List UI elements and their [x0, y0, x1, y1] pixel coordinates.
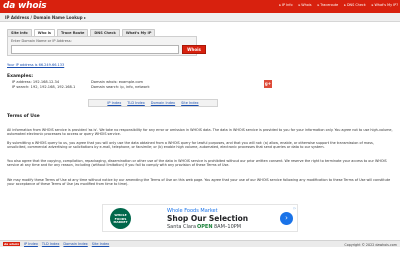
footer-logo[interactable]: da whois: [3, 242, 20, 246]
your-ip-link[interactable]: Your IP address is 66.249.66.133: [7, 63, 64, 67]
tab-whois[interactable]: Who is: [33, 29, 55, 36]
link-domain-index[interactable]: Domain Index: [151, 101, 175, 105]
example-ip-search: IP search: 192, 192.168, 192.168.1: [12, 85, 76, 89]
nav-dns-check[interactable]: DNS Check: [344, 3, 366, 7]
footer-link-site-index[interactable]: Site Index: [92, 242, 109, 246]
ad-hours: 8AM–10PM: [214, 224, 242, 230]
tab-whats-my-ip[interactable]: What's My IP: [121, 29, 156, 36]
nav-traceroute[interactable]: Traceroute: [318, 3, 338, 7]
top-nav: IP Info Whois Traceroute DNS Check What'…: [279, 3, 398, 7]
tab-dns-check[interactable]: DNS Check: [90, 29, 120, 36]
ad-open-status: OPEN: [197, 224, 213, 230]
link-tld-index[interactable]: TLD Index: [127, 101, 145, 105]
terms-paragraph: All information from WHOIS service is pr…: [7, 128, 393, 137]
chevron-right-icon[interactable]: ›: [280, 212, 293, 225]
footer-link-tld-index[interactable]: TLD Index: [42, 242, 60, 246]
nav-whats-my-ip[interactable]: What's My IP?: [372, 3, 398, 7]
ad-choices-icon[interactable]: ▷: [294, 206, 296, 210]
example-domain-whois: Domain whois: example.com: [91, 80, 144, 84]
footer-link-domain-index[interactable]: Domain Index: [63, 242, 87, 246]
terms-paragraph: We may modify these Terms of Use at any …: [7, 178, 391, 187]
google-plus-icon[interactable]: g+: [264, 80, 272, 88]
tool-tabs: Site Info Who is Trace Route DNS Check W…: [7, 29, 156, 36]
footer: da whois IP Index TLD Index Domain Index…: [0, 240, 400, 247]
ad-headline[interactable]: Shop Our Selection: [167, 214, 248, 223]
breadcrumb: IP Address / Domain Name Lookup ▸: [0, 13, 400, 22]
terms-paragraph: You also agree that the copying, compila…: [7, 159, 387, 168]
page-title: IP Address / Domain Name Lookup ▸: [5, 15, 87, 20]
index-links-bar: IP Index TLD Index Domain Index Site Ind…: [88, 99, 218, 107]
tab-trace-route[interactable]: Trace Route: [56, 29, 89, 36]
nav-ip-info[interactable]: IP Info: [279, 3, 293, 7]
link-site-index[interactable]: Site Index: [181, 101, 198, 105]
terms-paragraph: By submitting a WHOIS query to us, you a…: [7, 141, 374, 150]
nav-whois[interactable]: Whois: [299, 3, 311, 7]
ad-logo: WHOLE FOODS MARKET: [110, 208, 131, 229]
whois-button[interactable]: Whois: [182, 45, 206, 54]
whois-search-panel: Enter Domain Name or IP Address: Whois: [7, 36, 206, 56]
link-ip-index[interactable]: IP Index: [107, 101, 121, 105]
site-logo[interactable]: da whois: [3, 1, 47, 11]
footer-link-ip-index[interactable]: IP Index: [24, 242, 38, 246]
search-input[interactable]: [11, 45, 179, 54]
ad-location: Santa Clara: [167, 224, 197, 230]
tab-site-info[interactable]: Site Info: [7, 29, 32, 36]
search-label: Enter Domain Name or IP Address:: [11, 39, 72, 43]
advertisement[interactable]: WHOLE FOODS MARKET Whole Foods Market Sh…: [102, 204, 298, 232]
examples-heading: Examples:: [7, 74, 33, 79]
terms-heading: Terms of Use: [7, 114, 40, 119]
top-header: da whois IP Info Whois Traceroute DNS Ch…: [0, 0, 400, 13]
example-domain-search: Domain search: ip, info, network: [91, 85, 150, 89]
copyright: Copyright © 2022 dawhois.com: [344, 242, 397, 247]
footer-links: IP Index TLD Index Domain Index Site Ind…: [24, 242, 109, 246]
example-ip-address: IP address: 192.168.12.34: [12, 80, 60, 84]
